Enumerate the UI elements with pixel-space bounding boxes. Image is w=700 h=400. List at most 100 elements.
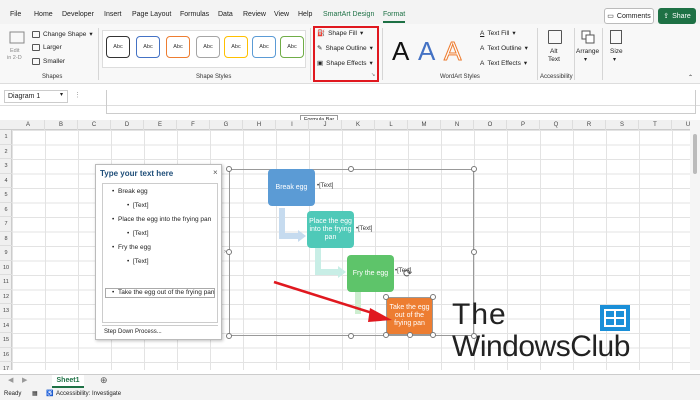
collapse-ribbon-icon[interactable]: ⌃ <box>688 74 693 81</box>
smartart-step-2[interactable]: Place the egg into the frying pan <box>307 211 354 248</box>
smartart-step-1[interactable]: Break egg <box>268 169 315 206</box>
row-header-9[interactable]: 9 <box>0 246 12 261</box>
row-header-15[interactable]: 15 <box>0 333 12 348</box>
list-item[interactable]: [Text] <box>127 258 148 265</box>
arrange-button[interactable]: Arrange <box>576 48 599 55</box>
list-item[interactable]: Place the egg into the frying pan <box>112 216 211 223</box>
tab-smartart-design[interactable]: SmartArt Design <box>323 11 374 18</box>
tab-insert[interactable]: Insert <box>104 11 122 18</box>
row-header-10[interactable]: 10 <box>0 261 12 275</box>
row-header-1[interactable]: 1 <box>0 130 12 145</box>
text-fill-button[interactable]: A Text Fill ▾ <box>480 29 516 38</box>
list-item[interactable]: Fry the egg <box>112 244 151 251</box>
macro-icon[interactable]: ▦ <box>32 388 38 400</box>
tab-home[interactable]: Home <box>34 11 53 18</box>
row-header-11[interactable]: 11 <box>0 275 12 290</box>
row-header-16[interactable]: 16 <box>0 348 12 362</box>
change-shape-button[interactable]: Change Shape ▾ <box>32 30 93 38</box>
resize-handle[interactable] <box>226 249 232 255</box>
tab-page-layout[interactable]: Page Layout <box>132 11 171 18</box>
row-header-14[interactable]: 14 <box>0 319 12 333</box>
tab-developer[interactable]: Developer <box>62 11 94 18</box>
column-header-o[interactable]: O <box>474 120 507 130</box>
resize-handle[interactable] <box>348 333 354 339</box>
list-item[interactable]: [Text] <box>127 202 148 209</box>
tab-file[interactable]: File <box>10 11 21 18</box>
tab-review[interactable]: Review <box>243 11 266 18</box>
shape-style-4[interactable]: Abc <box>196 36 220 58</box>
accessibility-status[interactable]: Accessibility: Investigate <box>56 388 121 400</box>
shape-style-6[interactable]: Abc <box>252 36 276 58</box>
alt-text-label-2[interactable]: Text <box>548 56 560 63</box>
column-header-r[interactable]: R <box>573 120 606 130</box>
column-header-h[interactable]: H <box>243 120 276 130</box>
row-header-7[interactable]: 7 <box>0 217 12 232</box>
row-header-13[interactable]: 13 <box>0 304 12 319</box>
resize-handle[interactable] <box>471 166 477 172</box>
size-button[interactable]: Size <box>610 48 623 55</box>
share-button[interactable]: ⇪ Share <box>658 8 696 24</box>
wordart-style-black[interactable]: A <box>392 36 409 67</box>
arrange-icon[interactable] <box>581 30 595 44</box>
edit-shape-icon[interactable] <box>8 30 26 46</box>
column-header-l[interactable]: L <box>375 120 408 130</box>
size-icon[interactable] <box>610 30 622 44</box>
resize-handle[interactable] <box>226 166 232 172</box>
rotate-handle-icon[interactable]: ⟳ <box>403 267 412 280</box>
row-header-5[interactable]: 5 <box>0 188 12 203</box>
formula-input[interactable] <box>106 90 696 114</box>
name-box[interactable]: Diagram 1 <box>4 90 68 103</box>
comments-button[interactable]: ▭ Comments <box>604 8 654 24</box>
list-item[interactable]: [Text] <box>127 230 148 237</box>
step-1-text-placeholder[interactable]: •[Text] <box>317 183 333 189</box>
sheet-tab-sheet1[interactable]: Sheet1 <box>52 375 84 388</box>
vertical-scrollbar[interactable] <box>690 120 700 370</box>
shape-style-3[interactable]: Abc <box>166 36 190 58</box>
resize-handle[interactable] <box>430 294 436 300</box>
shape-style-5[interactable]: Abc <box>224 36 248 58</box>
column-header-j[interactable]: J <box>309 120 342 130</box>
column-header-p[interactable]: P <box>507 120 540 130</box>
wordart-style-orange[interactable]: A <box>443 36 461 67</box>
text-pane-list[interactable]: Break egg [Text] Place the egg into the … <box>102 183 218 323</box>
column-header-i[interactable]: I <box>276 120 309 130</box>
tab-formulas[interactable]: Formulas <box>180 11 209 18</box>
row-header-3[interactable]: 3 <box>0 159 12 174</box>
row-header-6[interactable]: 6 <box>0 203 12 217</box>
resize-handle[interactable] <box>471 249 477 255</box>
column-header-b[interactable]: B <box>45 120 78 130</box>
step-2-text-placeholder[interactable]: •[Text] <box>356 226 372 232</box>
row-header-2[interactable]: 2 <box>0 145 12 159</box>
column-header-a[interactable]: A <box>12 120 45 130</box>
tab-view[interactable]: View <box>274 11 289 18</box>
row-header-12[interactable]: 12 <box>0 290 12 304</box>
alt-text-label-1[interactable]: Alt <box>550 48 558 55</box>
column-header-g[interactable]: G <box>210 120 243 130</box>
resize-handle[interactable] <box>430 332 436 338</box>
wordart-style-blue[interactable]: A <box>418 36 435 67</box>
column-header-e[interactable]: E <box>144 120 177 130</box>
prev-sheet-icon[interactable]: ◀ <box>8 376 13 384</box>
column-header-c[interactable]: C <box>78 120 111 130</box>
alt-text-icon[interactable] <box>548 30 562 44</box>
shape-style-2[interactable]: Abc <box>136 36 160 58</box>
text-outline-button[interactable]: A Text Outline ▾ <box>480 44 528 53</box>
column-header-k[interactable]: K <box>342 120 375 130</box>
tab-help[interactable]: Help <box>298 11 312 18</box>
column-header-q[interactable]: Q <box>540 120 573 130</box>
close-icon[interactable]: × <box>213 168 218 177</box>
tab-data[interactable]: Data <box>218 11 233 18</box>
resize-handle[interactable] <box>383 332 389 338</box>
shape-style-7[interactable]: Abc <box>280 36 304 58</box>
column-header-t[interactable]: T <box>639 120 672 130</box>
list-item[interactable]: Break egg <box>112 188 148 195</box>
resize-handle[interactable] <box>348 166 354 172</box>
resize-handle[interactable] <box>226 333 232 339</box>
column-header-n[interactable]: N <box>441 120 474 130</box>
list-item-selected[interactable]: Take the egg out of the frying pan <box>112 289 215 296</box>
column-header-f[interactable]: F <box>177 120 210 130</box>
text-pane-footer[interactable]: Step Down Process... <box>102 325 218 337</box>
next-sheet-icon[interactable]: ▶ <box>22 376 27 384</box>
tab-format[interactable]: Format <box>383 11 406 23</box>
chevron-down-icon[interactable]: ▾ <box>60 91 63 98</box>
